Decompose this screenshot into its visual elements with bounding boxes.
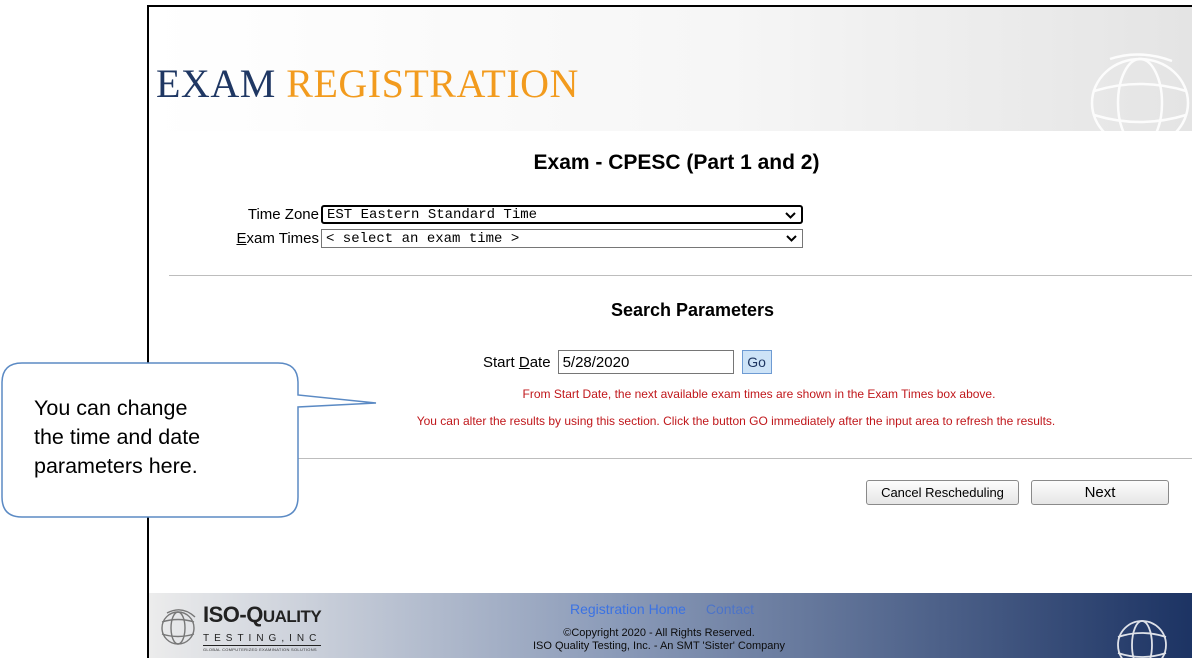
- callout-line-2: the time and date: [34, 425, 201, 449]
- callout-line-1: You can change: [34, 396, 188, 420]
- callout-bubble: [1, 362, 377, 518]
- callout-line-3: parameters here.: [34, 454, 198, 478]
- callout-text: You can change the time and date paramet…: [34, 394, 284, 481]
